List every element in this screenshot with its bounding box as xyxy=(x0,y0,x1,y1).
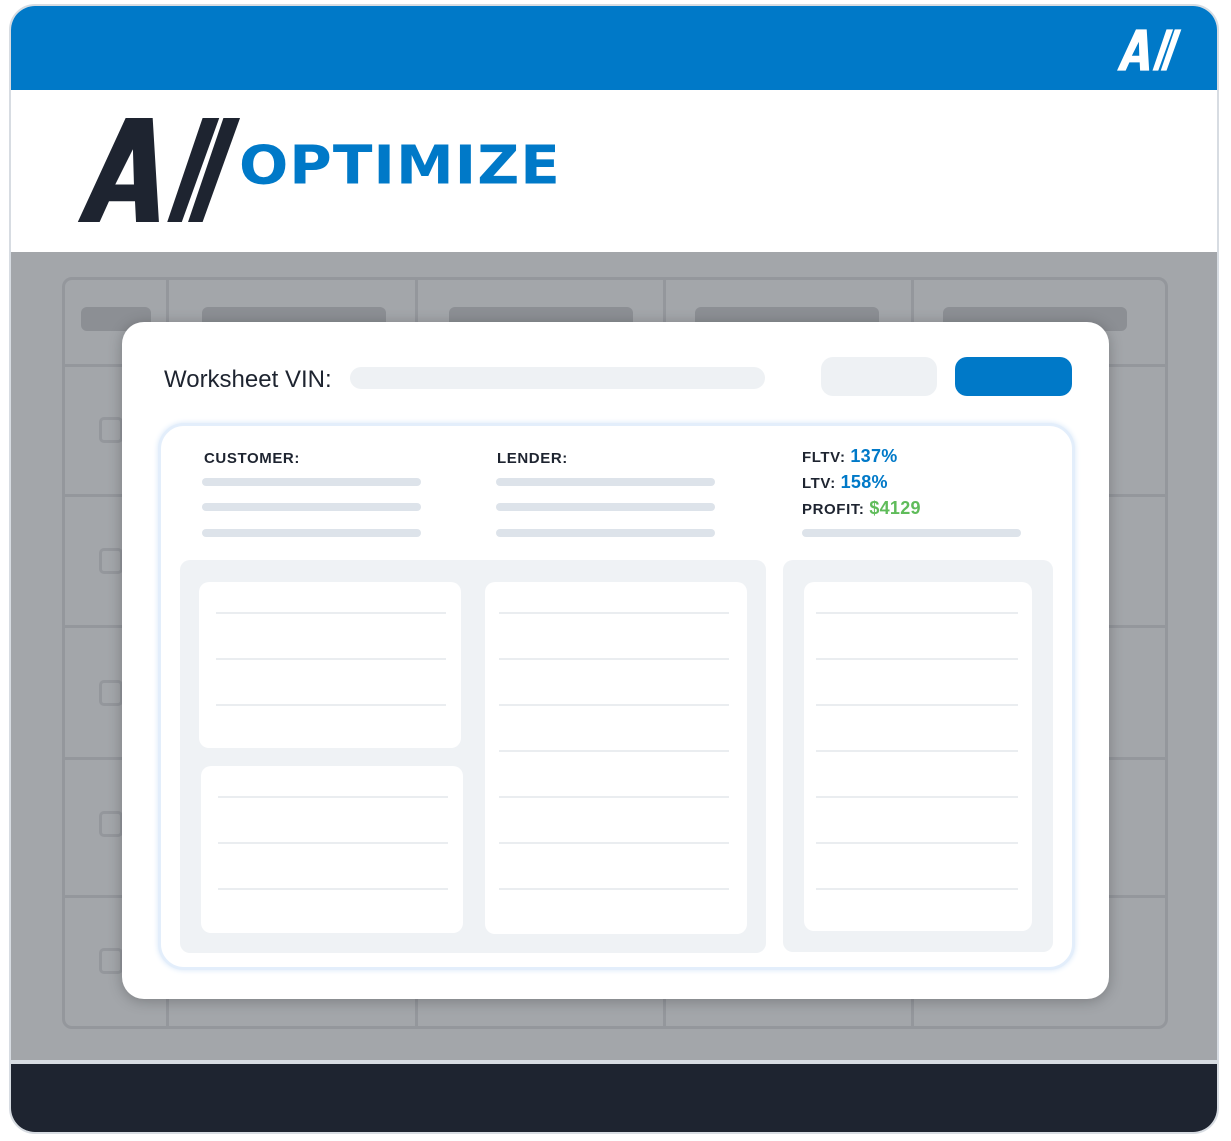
card-group-right xyxy=(783,560,1053,952)
card-line xyxy=(816,750,1018,752)
deal-panel: CUSTOMER: LENDER: FLTV: 137% LTV: 158% P… xyxy=(158,423,1075,970)
fltv-value: 137% xyxy=(850,446,898,466)
card-line xyxy=(816,796,1018,798)
info-card xyxy=(201,766,463,933)
ltv-metric: LTV: 158% xyxy=(802,472,888,493)
fltv-metric: FLTV: 137% xyxy=(802,446,898,467)
card-line xyxy=(816,888,1018,890)
av-logo-icon xyxy=(77,118,241,222)
customer-line xyxy=(202,478,421,486)
customer-line xyxy=(202,529,421,537)
av-logo-icon xyxy=(1117,29,1182,71)
card-line xyxy=(816,842,1018,844)
card-line xyxy=(216,704,446,706)
lender-label: LENDER: xyxy=(497,450,568,467)
lender-line xyxy=(496,503,715,511)
row-checkbox[interactable] xyxy=(99,948,123,974)
fltv-label: FLTV: xyxy=(802,449,846,466)
card-line xyxy=(216,658,446,660)
top-bar xyxy=(11,6,1217,90)
card-line xyxy=(216,612,446,614)
lender-line xyxy=(496,529,715,537)
customer-label: CUSTOMER: xyxy=(204,450,300,467)
row-checkbox[interactable] xyxy=(99,811,123,837)
card-line xyxy=(499,612,729,614)
card-line xyxy=(816,704,1018,706)
profit-metric: PROFIT: $4129 xyxy=(802,498,921,519)
card-line xyxy=(816,612,1018,614)
product-name: OPTIMIZE xyxy=(239,134,561,197)
info-card xyxy=(804,582,1032,931)
card-line xyxy=(218,888,448,890)
secondary-button[interactable] xyxy=(821,357,937,396)
header: OPTIMIZE xyxy=(11,90,1217,252)
card-line xyxy=(499,658,729,660)
info-card xyxy=(485,582,747,934)
card-line xyxy=(499,704,729,706)
card-line xyxy=(499,842,729,844)
row-checkbox[interactable] xyxy=(99,548,123,574)
profit-label: PROFIT: xyxy=(802,501,865,518)
metrics-line xyxy=(802,529,1021,537)
ltv-label: LTV: xyxy=(802,475,836,492)
vin-label: Worksheet VIN: xyxy=(164,366,332,393)
worksheet-modal: Worksheet VIN: CUSTOMER: LENDER: FLTV: 1… xyxy=(122,322,1109,999)
card-line xyxy=(499,796,729,798)
lender-line xyxy=(496,478,715,486)
card-line xyxy=(499,888,729,890)
card-line xyxy=(816,658,1018,660)
card-line xyxy=(499,750,729,752)
customer-line xyxy=(202,503,421,511)
ltv-value: 158% xyxy=(840,472,888,492)
profit-value: $4129 xyxy=(869,498,921,518)
row-checkbox[interactable] xyxy=(99,417,123,443)
primary-button[interactable] xyxy=(955,357,1072,396)
vin-input[interactable] xyxy=(350,367,765,389)
row-checkbox[interactable] xyxy=(99,680,123,706)
card-line xyxy=(218,796,448,798)
card-line xyxy=(218,842,448,844)
info-card xyxy=(199,582,461,748)
card-group-left xyxy=(180,560,766,953)
footer-bar xyxy=(11,1060,1217,1132)
